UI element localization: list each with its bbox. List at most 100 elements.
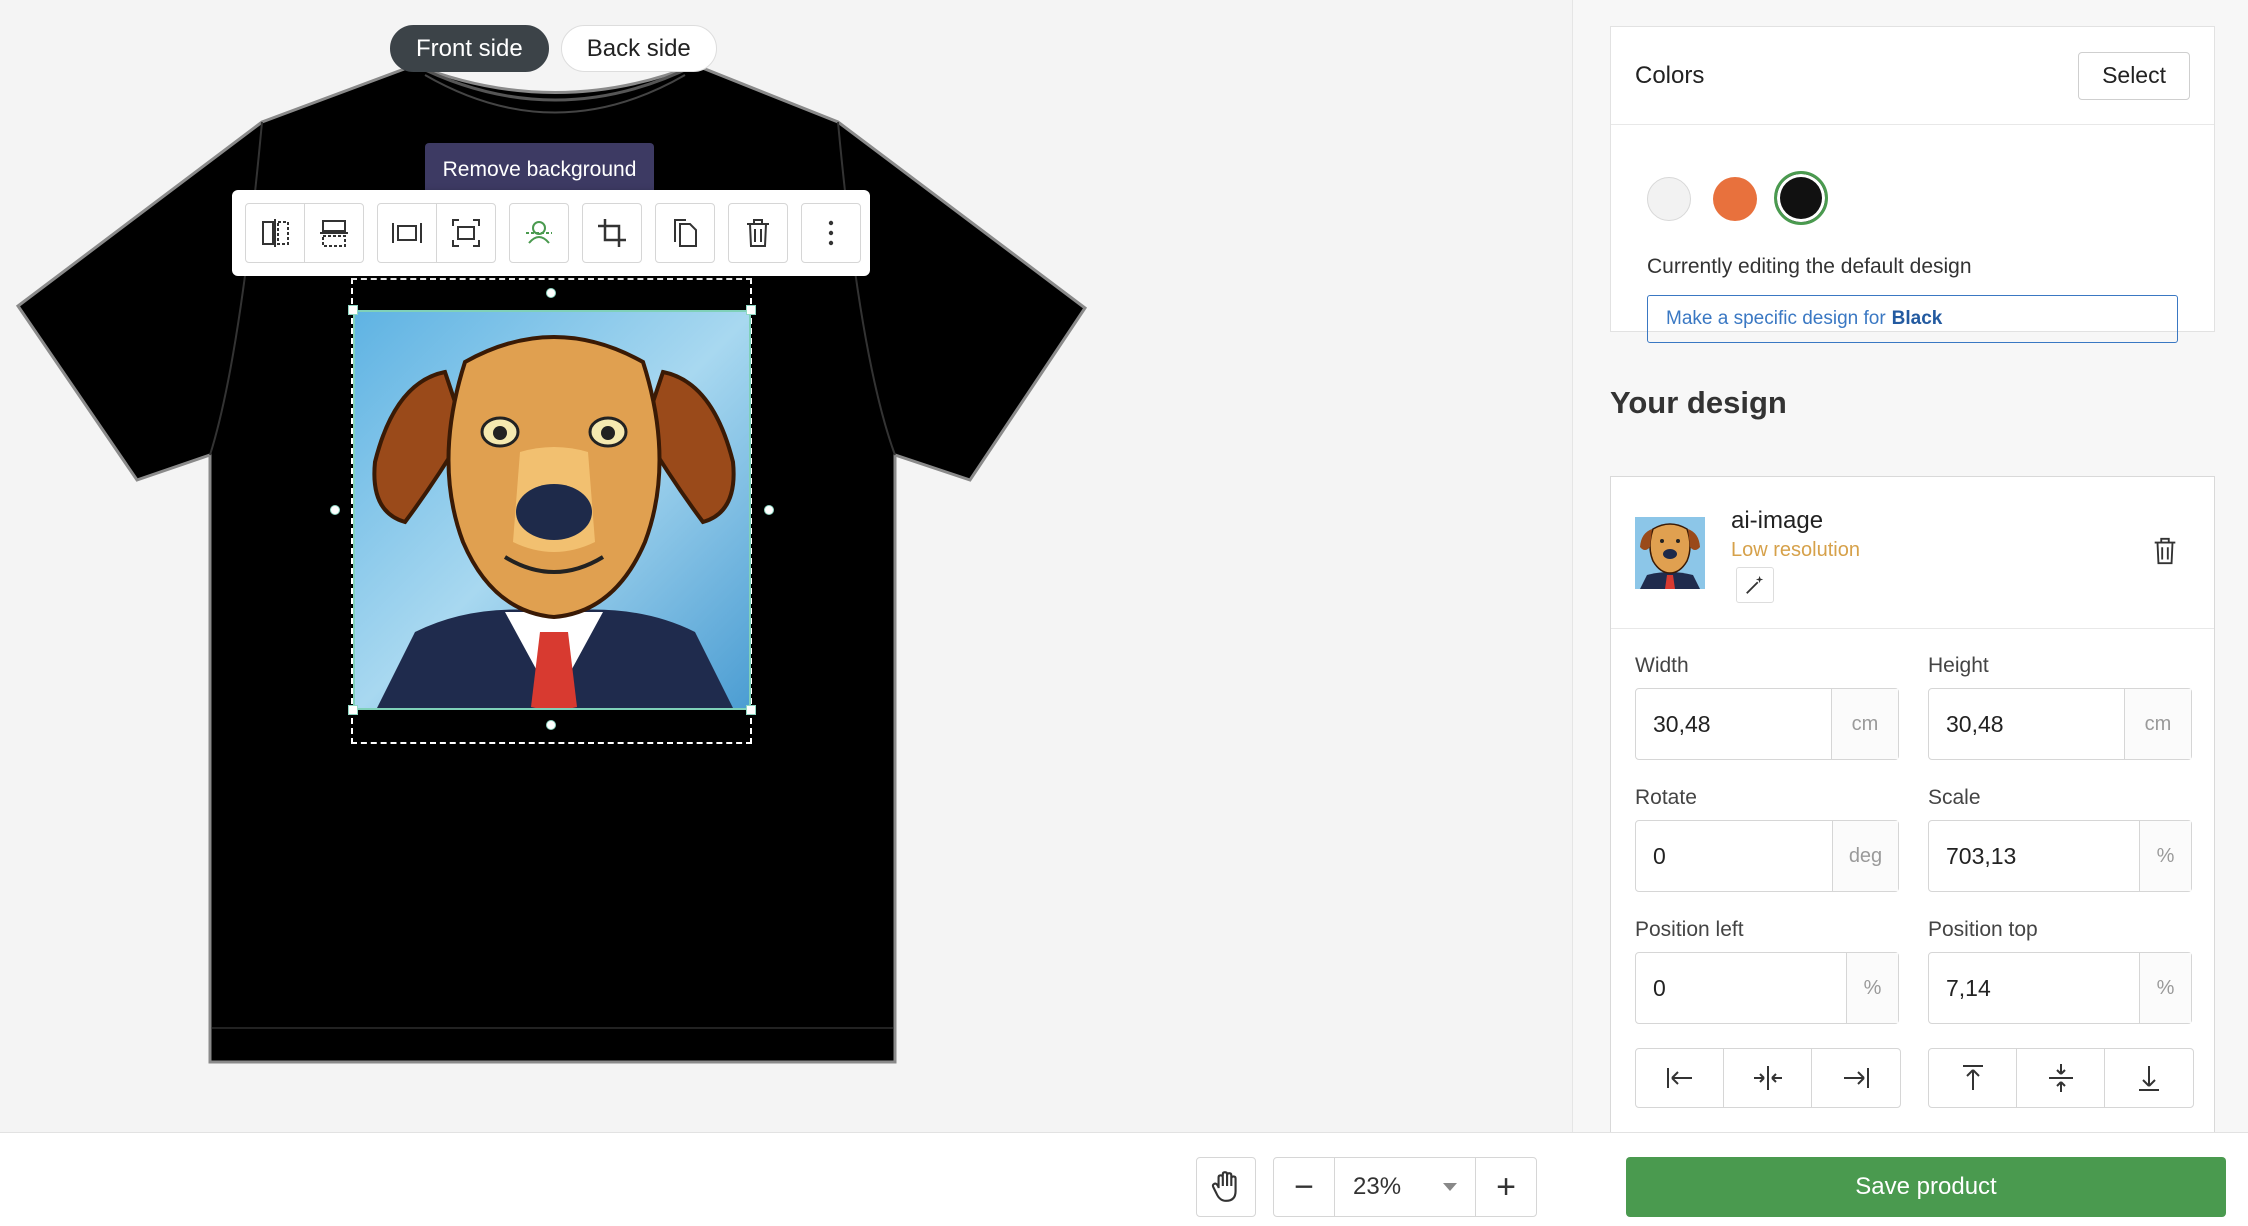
scale-value[interactable]: 703,13 — [1929, 821, 2139, 891]
height-field[interactable]: 30,48 cm — [1928, 688, 2192, 760]
tshirt-mockup — [15, 63, 1088, 1064]
align-center-horizontal-button[interactable] — [1724, 1049, 1812, 1107]
position-top-label: Position top — [1928, 918, 2038, 941]
remove-background-button[interactable] — [509, 203, 569, 263]
remove-background-icon — [526, 221, 552, 244]
fit-width-icon — [392, 223, 422, 243]
select-colors-button[interactable]: Select — [2078, 51, 2190, 100]
layer-name: ai-image — [1731, 507, 1824, 534]
settings-panel: Colors Select Currently editing the defa… — [1572, 0, 2248, 1132]
fit-full-icon — [452, 219, 480, 247]
fit-width-button[interactable] — [377, 203, 437, 263]
position-top-field[interactable]: 7,14 % — [1928, 952, 2192, 1024]
position-left-field[interactable]: 0 % — [1635, 952, 1899, 1024]
colors-title: Colors — [1635, 61, 1705, 89]
flip-vertical-button[interactable] — [304, 203, 364, 263]
rotate-label: Rotate — [1635, 786, 1697, 809]
resize-handle-right[interactable] — [764, 505, 774, 515]
save-bar: Save product — [1572, 1132, 2248, 1226]
design-canvas[interactable]: Front side Back side Remove background — [0, 0, 1572, 1132]
specific-design-color: Black — [1891, 308, 1943, 329]
scale-label: Scale — [1928, 786, 1981, 809]
save-product-button[interactable]: Save product — [1626, 1157, 2226, 1217]
corner-handle-tl[interactable] — [348, 305, 358, 315]
delete-icon — [747, 219, 769, 247]
enhance-image-button[interactable] — [1736, 567, 1774, 603]
swatch-white[interactable] — [1647, 177, 1691, 221]
chevron-down-icon — [1443, 1183, 1457, 1191]
swatch-orange[interactable] — [1713, 177, 1757, 221]
layer-thumbnail — [1635, 517, 1705, 589]
width-value[interactable]: 30,48 — [1636, 689, 1831, 759]
zoom-in-button[interactable]: + — [1476, 1158, 1536, 1216]
resize-handle-left[interactable] — [330, 505, 340, 515]
position-left-value[interactable]: 0 — [1636, 953, 1846, 1023]
zoom-control: − 23% + — [1273, 1157, 1537, 1217]
your-design-heading: Your design — [1610, 385, 1787, 420]
width-unit: cm — [1831, 689, 1898, 759]
back-side-tab[interactable]: Back side — [560, 25, 717, 72]
align-top-button[interactable] — [1929, 1049, 2017, 1107]
scale-field[interactable]: 703,13 % — [1928, 820, 2192, 892]
align-center-vertical-icon — [2048, 1064, 2073, 1092]
colors-header: Colors Select — [1611, 27, 2214, 125]
colors-card: Colors Select Currently editing the defa… — [1610, 26, 2215, 343]
more-options-button[interactable] — [801, 203, 861, 263]
rotate-value[interactable]: 0 — [1636, 821, 1832, 891]
zoom-level-value: 23% — [1353, 1173, 1402, 1200]
align-right-icon — [1844, 1068, 1869, 1088]
flip-horizontal-button[interactable] — [245, 203, 305, 263]
duplicate-button[interactable] — [655, 203, 715, 263]
duplicate-icon — [674, 219, 697, 247]
width-label: Width — [1635, 654, 1689, 677]
remove-background-tooltip: Remove background — [425, 143, 654, 196]
corner-handle-br[interactable] — [746, 705, 756, 715]
layer-card: ai-image Low resolution — [1610, 476, 2215, 1132]
delete-layer-button[interactable] — [2150, 535, 2180, 567]
more-icon — [828, 220, 834, 246]
layer-header: ai-image Low resolution — [1611, 477, 2214, 629]
position-left-label: Position left — [1635, 918, 1744, 941]
align-top-icon — [1962, 1065, 1983, 1090]
dog-portrait-image — [355, 312, 749, 708]
align-right-button[interactable] — [1812, 1049, 1900, 1107]
height-unit: cm — [2124, 689, 2191, 759]
rotate-unit: deg — [1832, 821, 1898, 891]
position-top-unit: % — [2139, 953, 2191, 1023]
crop-button[interactable] — [582, 203, 642, 263]
align-center-vertical-button[interactable] — [2017, 1049, 2105, 1107]
rotate-handle[interactable] — [546, 288, 556, 298]
corner-handle-tr[interactable] — [746, 305, 756, 315]
align-left-icon — [1666, 1068, 1692, 1088]
delete-button[interactable] — [728, 203, 788, 263]
magic-wand-icon — [1746, 575, 1764, 594]
zoom-out-button[interactable]: − — [1274, 1158, 1334, 1216]
zoom-level-select[interactable]: 23% — [1334, 1158, 1476, 1216]
align-left-button[interactable] — [1636, 1049, 1724, 1107]
scale-unit: % — [2139, 821, 2191, 891]
swatch-black-selected[interactable] — [1774, 171, 1828, 225]
crop-icon — [598, 219, 626, 247]
editing-note: Currently editing the default design — [1647, 255, 1972, 278]
rotate-field[interactable]: 0 deg — [1635, 820, 1899, 892]
align-bottom-icon — [2139, 1066, 2159, 1091]
corner-handle-bl[interactable] — [348, 705, 358, 715]
image-toolbar — [232, 190, 870, 276]
pan-tool-button[interactable] — [1196, 1157, 1256, 1217]
width-field[interactable]: 30,48 cm — [1635, 688, 1899, 760]
height-value[interactable]: 30,48 — [1929, 689, 2124, 759]
low-resolution-warning: Low resolution — [1731, 539, 1860, 561]
horizontal-align-group — [1635, 1048, 1901, 1108]
design-image[interactable] — [353, 310, 751, 710]
resize-handle-bottom[interactable] — [546, 720, 556, 730]
front-side-tab[interactable]: Front side — [390, 25, 549, 72]
zoom-bar: − 23% + — [0, 1132, 1572, 1226]
align-center-horizontal-icon — [1753, 1066, 1782, 1090]
position-top-value[interactable]: 7,14 — [1929, 953, 2139, 1023]
flip-horizontal-icon — [262, 219, 289, 247]
make-specific-design-button[interactable]: Make a specific design for Black — [1647, 295, 2178, 343]
position-left-unit: % — [1846, 953, 1898, 1023]
fit-full-button[interactable] — [436, 203, 496, 263]
align-bottom-button[interactable] — [2105, 1049, 2193, 1107]
hand-icon — [1211, 1171, 1237, 1202]
